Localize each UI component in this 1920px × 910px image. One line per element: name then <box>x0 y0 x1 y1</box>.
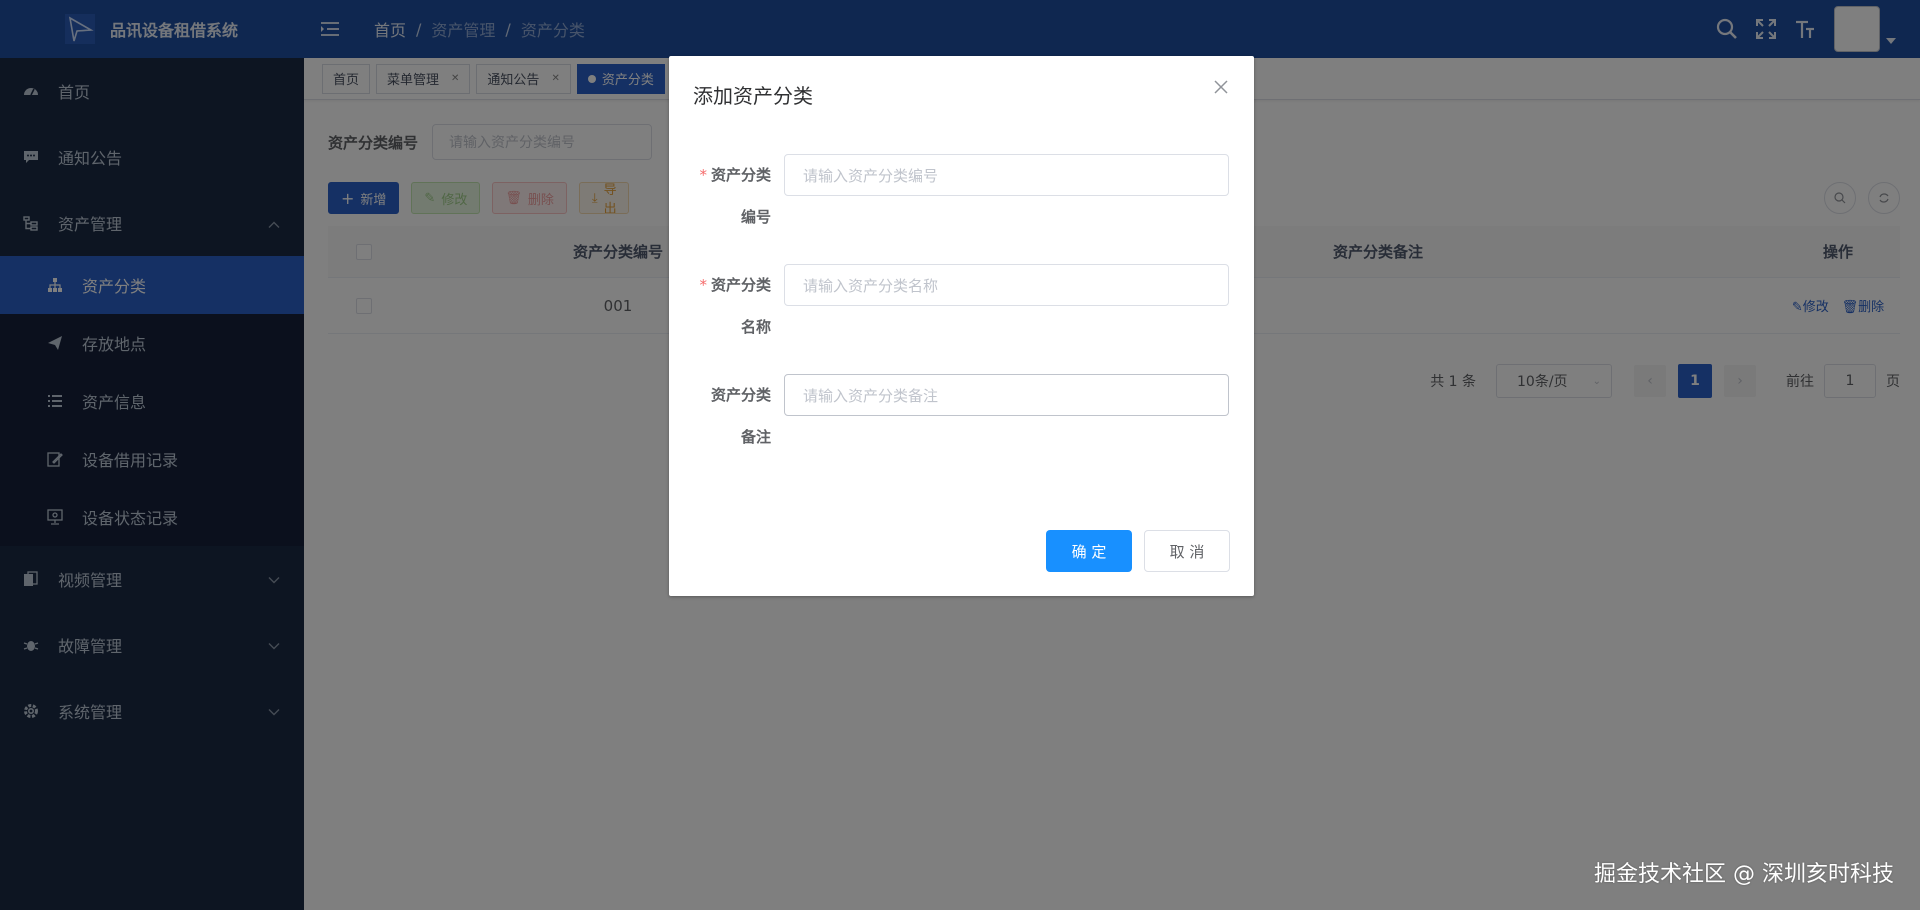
dialog-footer: 确 定 取 消 <box>1034 530 1230 572</box>
close-icon[interactable] <box>1214 80 1230 96</box>
form-label-remark: 资产分类 备注 <box>710 386 771 446</box>
dialog-title: 添加资产分类 <box>693 84 813 108</box>
cancel-button[interactable]: 取 消 <box>1144 530 1230 572</box>
category-remark-input[interactable]: 请输入资产分类备注 <box>784 374 1229 416</box>
confirm-button[interactable]: 确 定 <box>1046 530 1132 572</box>
category-code-input[interactable]: 请输入资产分类编号 <box>784 154 1229 196</box>
form-label-code: * 资产分类 编号 <box>699 166 771 226</box>
category-name-input[interactable]: 请输入资产分类名称 <box>784 264 1229 306</box>
add-category-dialog: 添加资产分类 * 资产分类 编号 请输入资产分类编号 * 资产分类 名称 请输入资产分类… <box>669 56 1254 596</box>
form-label-name: * 资产分类 名称 <box>699 276 771 336</box>
watermark: 掘金技术社区 @ 深圳亥时科技 <box>1594 862 1894 887</box>
